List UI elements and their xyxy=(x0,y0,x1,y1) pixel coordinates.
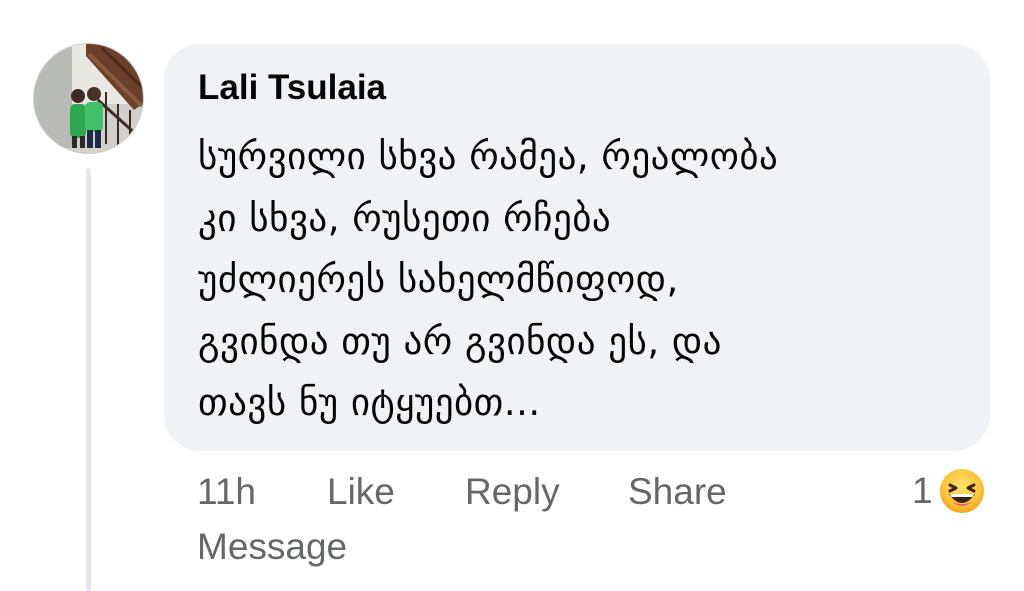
comment-author[interactable]: Lali Tsulaia xyxy=(198,68,956,108)
comment-timestamp[interactable]: 11h xyxy=(197,470,256,514)
like-button[interactable]: Like xyxy=(327,470,395,514)
haha-reaction-icon xyxy=(939,469,984,513)
message-button[interactable]: Message xyxy=(197,525,347,569)
reaction-summary[interactable]: 1 xyxy=(912,468,985,514)
share-button[interactable]: Share xyxy=(628,470,727,514)
comment-bubble: Lali Tsulaia სურვილი სხვა რამეა, რეალობა… xyxy=(164,44,990,451)
comment-text: სურვილი სხვა რამეა, რეალობა კი სხვა, რუს… xyxy=(198,135,779,424)
reply-button[interactable]: Reply xyxy=(465,470,560,514)
profile-photo-icon xyxy=(34,44,143,153)
avatar[interactable] xyxy=(33,43,144,154)
reaction-count: 1 xyxy=(912,470,933,511)
thread-line xyxy=(86,168,91,591)
